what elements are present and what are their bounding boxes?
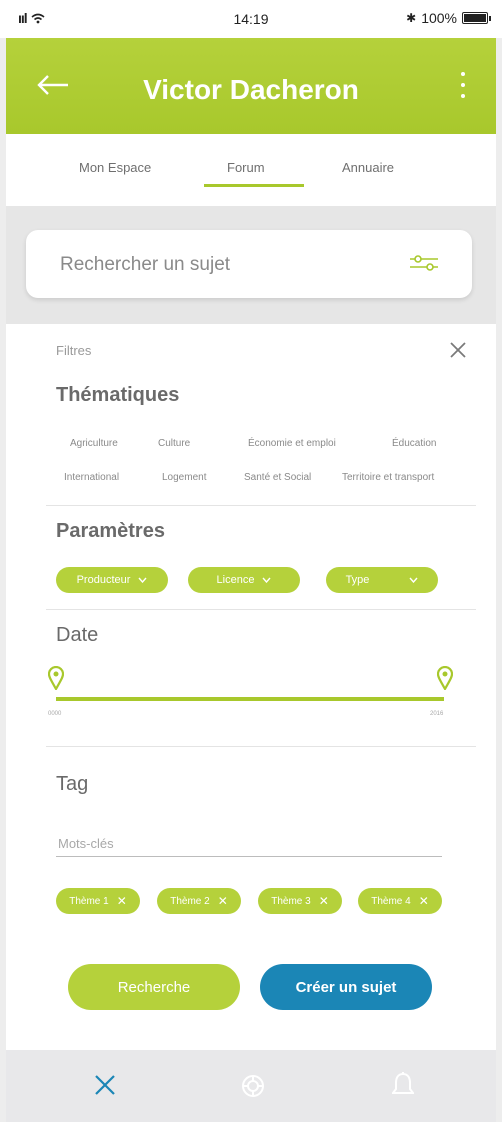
theme-item[interactable]: Éducation [392, 438, 436, 449]
theme-item[interactable]: Logement [162, 472, 206, 483]
filters-label: Filtres [56, 343, 92, 358]
theme-item[interactable]: Agriculture [70, 438, 118, 449]
bottom-nav [6, 1050, 496, 1122]
tag-chip[interactable]: Thème 4 ✕ [358, 888, 442, 914]
theme-item[interactable]: Culture [158, 438, 190, 449]
tab-bar: Mon Espace Forum Annuaire [6, 134, 496, 206]
chip-label: Thème 3 [271, 895, 311, 907]
chip-label: Thème 1 [69, 895, 109, 907]
chip-label: Thème 4 [371, 895, 411, 907]
tab-annuaire[interactable]: Annuaire [342, 160, 394, 175]
create-topic-button[interactable]: Créer un sujet [260, 964, 432, 1010]
close-icon[interactable] [448, 340, 468, 360]
app-header: Victor Dacheron [6, 38, 496, 134]
chevron-down-icon [409, 577, 418, 583]
close-icon[interactable] [94, 1074, 116, 1096]
divider [46, 746, 476, 747]
chip-remove-icon[interactable]: ✕ [319, 894, 329, 908]
chevron-down-icon [262, 577, 271, 583]
search-button[interactable]: Recherche [68, 964, 240, 1010]
divider [46, 609, 476, 610]
tag-input-underline [56, 856, 442, 857]
chevron-down-icon [138, 577, 147, 583]
more-vertical-icon[interactable] [460, 72, 466, 98]
chip-remove-icon[interactable]: ✕ [218, 894, 228, 908]
date-title: Date [56, 624, 99, 646]
range-start-label: 0000 [48, 711, 62, 717]
filter-panel [6, 324, 496, 1050]
lifebuoy-icon[interactable] [241, 1074, 265, 1098]
thematiques-title: Thématiques [56, 384, 180, 406]
range-start-handle[interactable] [48, 666, 64, 690]
dropdown-label: Licence [216, 574, 255, 586]
sliders-icon[interactable] [408, 254, 440, 272]
range-end-label: 2016 [430, 711, 444, 717]
theme-item[interactable]: International [64, 472, 119, 483]
battery-percent: 100% [421, 10, 457, 26]
licence-dropdown[interactable]: Licence [188, 567, 300, 593]
type-dropdown[interactable]: Type [326, 567, 438, 593]
parametres-title: Paramètres [56, 520, 165, 542]
search-placeholder: Rechercher un sujet [60, 254, 231, 275]
page-title: Victor Dacheron [143, 74, 359, 105]
tab-forum[interactable]: Forum [227, 160, 265, 175]
tag-title: Tag [56, 773, 89, 795]
chip-label: Thème 2 [170, 895, 210, 907]
status-right: ✱ 100% [406, 10, 491, 26]
theme-item[interactable]: Territoire et transport [342, 472, 434, 483]
chip-remove-icon[interactable]: ✕ [117, 894, 127, 908]
chip-remove-icon[interactable]: ✕ [419, 894, 429, 908]
search-input[interactable]: Rechercher un sujet [26, 230, 472, 298]
date-range-track[interactable] [56, 697, 444, 701]
battery-icon [462, 12, 491, 24]
producteur-dropdown[interactable]: Producteur [56, 567, 168, 593]
tag-input[interactable]: Mots-clés [58, 836, 114, 851]
tab-active-indicator [204, 184, 304, 187]
dropdown-label: Producteur [76, 574, 131, 586]
divider [46, 505, 476, 506]
tag-chip[interactable]: Thème 3 ✕ [258, 888, 342, 914]
bluetooth-icon: ✱ [406, 11, 417, 25]
dropdown-label: Type [345, 574, 370, 586]
range-end-handle[interactable] [437, 666, 453, 690]
status-bar: ııl 14:19 ✱ 100% [0, 0, 502, 38]
phone-screen: ııl 14:19 ✱ 100% Victor Dacheron Mon Esp… [0, 0, 502, 1122]
bell-icon[interactable] [392, 1072, 414, 1098]
theme-item[interactable]: Économie et emploi [248, 438, 336, 449]
theme-item[interactable]: Santé et Social [244, 472, 311, 483]
tag-chip[interactable]: Thème 1 ✕ [56, 888, 140, 914]
tag-chip[interactable]: Thème 2 ✕ [157, 888, 241, 914]
tab-mon-espace[interactable]: Mon Espace [79, 160, 151, 175]
